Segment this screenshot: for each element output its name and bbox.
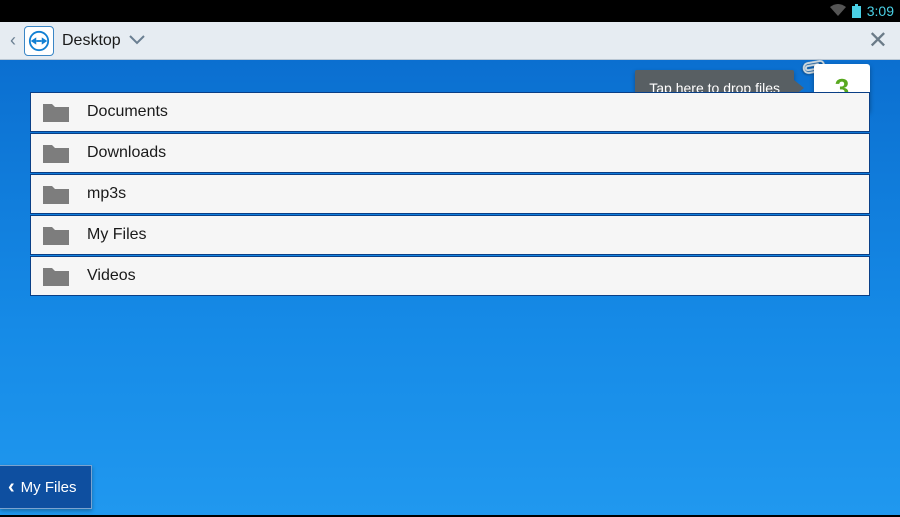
list-item[interactable]: My Files [30, 215, 870, 255]
folder-label: My Files [87, 226, 147, 244]
folder-label: Documents [87, 103, 168, 121]
chevron-down-icon[interactable] [129, 32, 145, 50]
folder-list: Documents Downloads mp3s My Files Videos [30, 92, 870, 297]
list-item[interactable]: Documents [30, 92, 870, 132]
folder-icon [43, 225, 69, 245]
battery-icon [852, 4, 861, 18]
list-item[interactable]: mp3s [30, 174, 870, 214]
folder-icon [43, 266, 69, 286]
list-item[interactable]: Downloads [30, 133, 870, 173]
folder-label: Videos [87, 267, 136, 285]
android-status-bar: 3:09 [0, 0, 900, 22]
location-label: Desktop [62, 32, 121, 50]
back-button[interactable]: ‹ My Files [0, 465, 92, 509]
folder-icon [43, 184, 69, 204]
main-area: Tap here to drop files 3 Documents Downl… [0, 60, 900, 515]
teamviewer-logo-icon [24, 26, 54, 56]
folder-label: mp3s [87, 185, 126, 203]
folder-label: Downloads [87, 144, 166, 162]
wifi-icon [830, 3, 846, 19]
back-button-label: My Files [21, 479, 77, 496]
folder-icon [43, 143, 69, 163]
folder-icon [43, 102, 69, 122]
title-bar: ‹ Desktop ✕ [0, 22, 900, 60]
title-bar-left[interactable]: ‹ Desktop [6, 26, 145, 56]
status-time: 3:09 [867, 3, 894, 19]
close-icon[interactable]: ✕ [862, 29, 894, 53]
chevron-left-icon: ‹ [8, 476, 15, 499]
back-icon[interactable]: ‹ [6, 30, 20, 51]
list-item[interactable]: Videos [30, 256, 870, 296]
